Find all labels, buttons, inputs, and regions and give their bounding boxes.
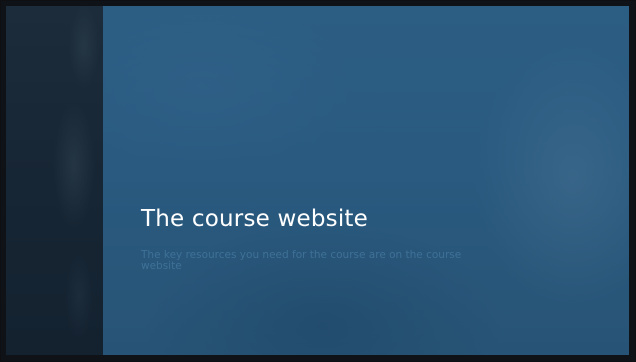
slide-background [103, 6, 629, 355]
left-decorative-strip [6, 6, 108, 355]
background-relief-texture [44, 6, 108, 355]
slide-frame: The course website The key resources you… [0, 0, 636, 362]
slide-title: The course website [141, 206, 368, 232]
slide-subtitle: The key resources you need for the cours… [141, 249, 462, 272]
presentation-slide [6, 6, 629, 355]
